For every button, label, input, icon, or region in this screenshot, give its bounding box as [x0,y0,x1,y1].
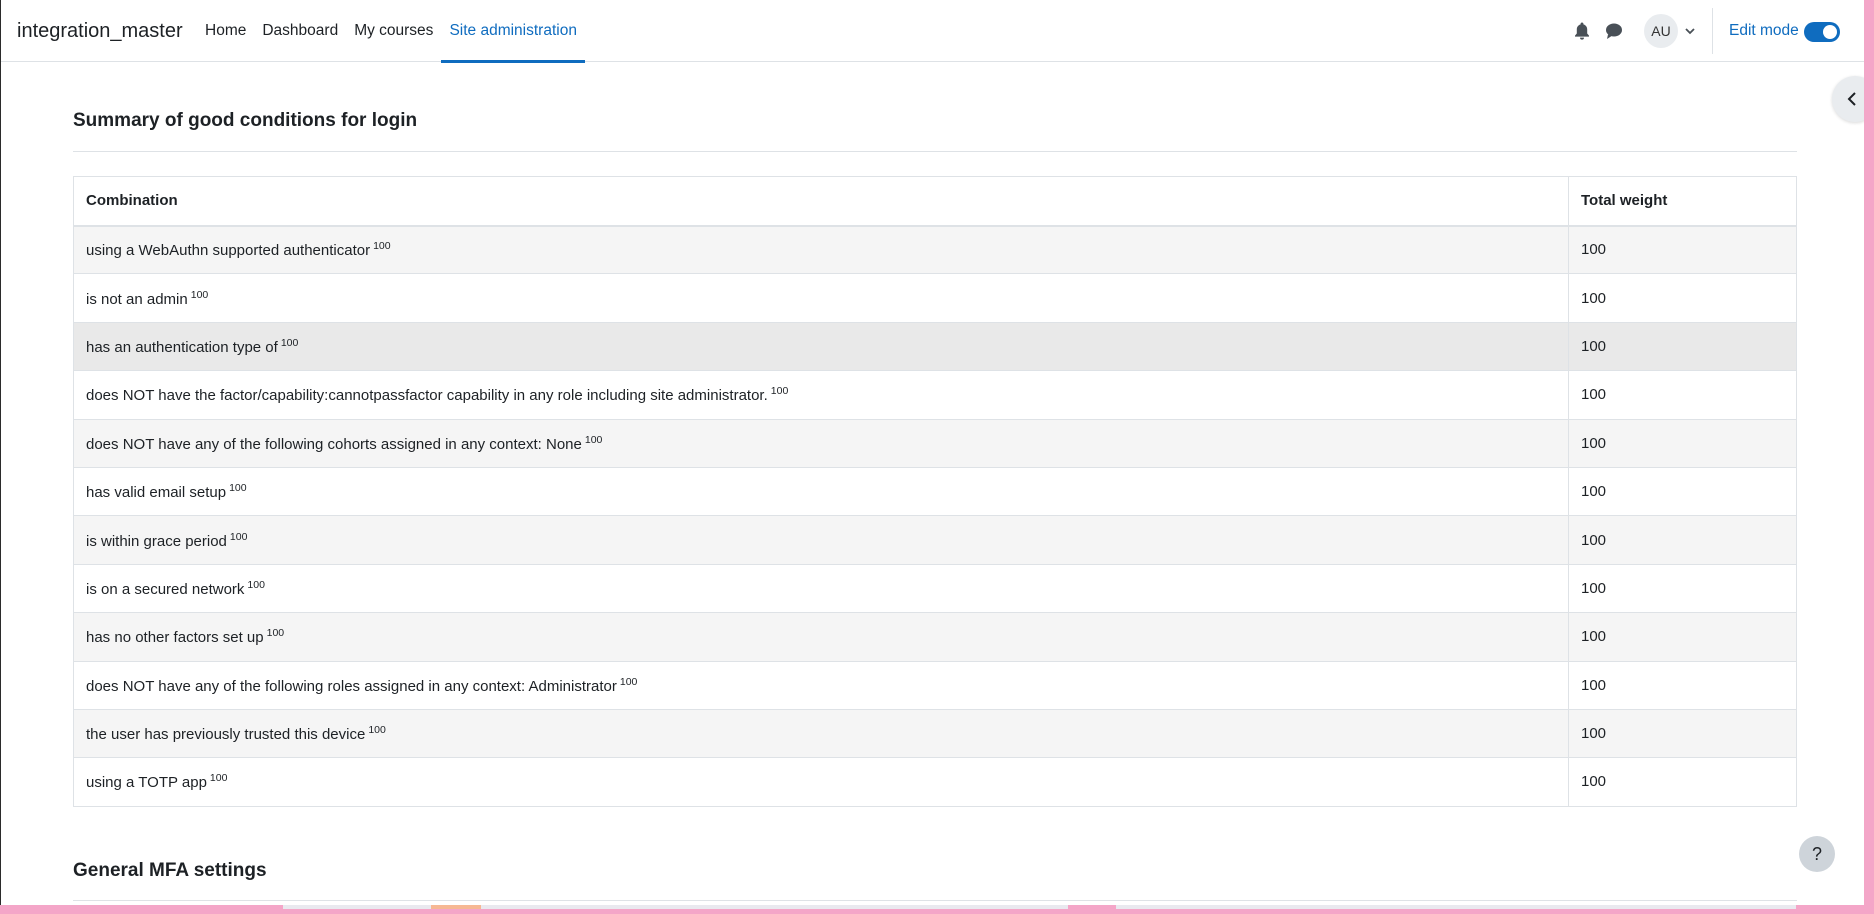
primary-navigation: Home Dashboard My courses Site administr… [197,0,585,63]
table-row: has an authentication type of 100 100 [73,321,1797,372]
nav-item-dashboard[interactable]: Dashboard [254,0,346,62]
combination-text: using a WebAuthn supported authenticator [86,242,371,260]
weight-superscript: 100 [229,530,248,543]
combination-text: using a TOTP app [86,774,207,792]
table-row: has no other factors set up 100 100 [73,612,1797,662]
general-settings-heading: General MFA settings [73,860,267,881]
total-weight-cell: 100 [1568,660,1797,710]
weight-superscript: 100 [619,675,638,688]
total-weight-cell: 100 [1568,466,1797,517]
total-weight-cell: 100 [1568,515,1797,565]
table-header-row: Combination Total weight [73,176,1797,227]
nav-item-home[interactable]: Home [197,0,254,62]
weight-superscript: 100 [190,288,209,301]
total-weight-cell: 100 [1568,273,1797,323]
total-weight-cell: 100 [1568,370,1797,420]
conditions-table: Combination Total weight using a WebAuth… [73,176,1797,807]
combination-cell: is not an admin 100 [73,273,1569,323]
combination-cell: has an authentication type of 100 [73,321,1569,372]
table-row: has valid email setup 100 100 [73,466,1797,517]
table-row: does NOT have any of the following cohor… [73,418,1797,468]
combination-cell: has no other factors set up 100 [73,612,1569,662]
nav-divider [1712,8,1713,54]
table-row: using a WebAuthn supported authenticator… [73,224,1797,275]
summary-heading: Summary of good conditions for login [73,110,418,131]
weight-superscript: 100 [368,724,386,737]
table-row: does NOT have the factor/capability:cann… [73,370,1797,420]
edit-mode-toggle[interactable] [1804,22,1840,42]
combination-cell: does NOT have the factor/capability:cann… [73,370,1569,420]
combination-text: the user has previously trusted this dev… [86,726,366,744]
window-edge [1864,0,1874,914]
table-row: is within grace period 100 100 [73,515,1797,565]
chevron-down-icon[interactable] [1683,24,1697,38]
combination-text: is not an admin [86,290,188,308]
nav-item-site-administration[interactable]: Site administration [441,0,585,63]
combination-cell: the user has previously trusted this dev… [73,708,1569,759]
total-weight-cell: 100 [1568,224,1797,275]
horizontal-scrollbar[interactable] [0,905,1864,914]
weight-superscript: 100 [770,385,789,398]
table-row: using a TOTP app 100 100 [73,757,1797,807]
column-header-combination: Combination [73,176,1569,227]
page: integration_master Home Dashboard My cou… [0,0,1874,905]
total-weight-cell: 100 [1568,321,1797,372]
weight-superscript: 100 [266,627,285,640]
chat-icon[interactable] [1605,22,1623,40]
weight-superscript: 100 [229,482,247,495]
weight-superscript: 100 [247,578,265,591]
nav-item-my-courses[interactable]: My courses [346,0,441,62]
total-weight-cell: 100 [1568,418,1797,468]
navbar: integration_master Home Dashboard My cou… [1,0,1865,63]
total-weight-cell: 100 [1568,708,1797,759]
bell-icon[interactable] [1573,21,1591,41]
combination-text: is on a secured network [86,580,245,598]
combination-text: does NOT have any of the following roles… [86,677,617,695]
chevron-left-icon [1847,92,1856,106]
combination-text: does NOT have any of the following cohor… [86,435,582,453]
combination-cell: is within grace period 100 [73,515,1569,565]
edit-mode-label[interactable]: Edit mode [1729,22,1799,40]
combination-cell: does NOT have any of the following roles… [73,660,1569,710]
combination-text: has an authentication type of [86,338,278,356]
avatar[interactable]: AU [1644,14,1678,48]
total-weight-cell: 100 [1568,757,1797,807]
table-row: is on a secured network 100 100 [73,563,1797,614]
table-row: does NOT have any of the following roles… [73,660,1797,710]
combination-text: is within grace period [86,532,227,550]
weight-superscript: 100 [280,336,299,349]
help-button[interactable]: ? [1799,836,1835,872]
combination-cell: using a WebAuthn supported authenticator… [73,224,1569,275]
combination-cell: has valid email setup 100 [73,466,1569,517]
combination-text: does NOT have the factor/capability:cann… [86,387,768,405]
combination-cell: is on a secured network 100 [73,563,1569,614]
divider [73,900,1797,901]
combination-text: has valid email setup [86,484,227,502]
combination-text: has no other factors set up [86,629,264,647]
weight-superscript: 100 [209,772,228,785]
divider [73,151,1797,152]
total-weight-cell: 100 [1568,563,1797,614]
table-row: is not an admin 100 100 [73,273,1797,323]
combination-cell: using a TOTP app 100 [73,757,1569,807]
column-header-total-weight: Total weight [1568,176,1797,227]
table-row: the user has previously trusted this dev… [73,708,1797,759]
weight-superscript: 100 [584,433,603,446]
combination-cell: does NOT have any of the following cohor… [73,418,1569,468]
weight-superscript: 100 [373,240,391,253]
total-weight-cell: 100 [1568,612,1797,662]
site-brand[interactable]: integration_master [17,20,183,43]
